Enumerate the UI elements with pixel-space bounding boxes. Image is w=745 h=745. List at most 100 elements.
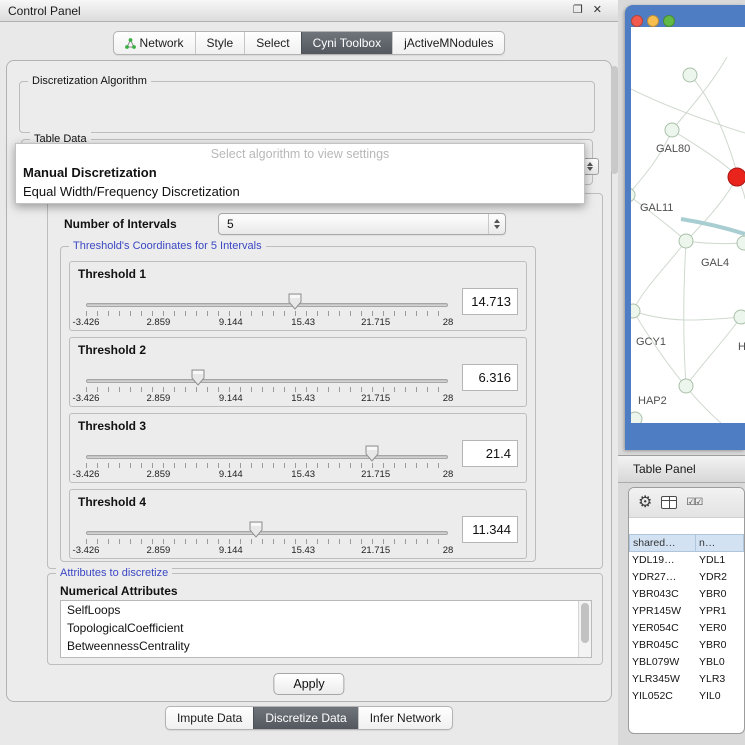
gear-icon[interactable]: ⚙	[638, 495, 652, 511]
tab-jactivemnodules[interactable]: jActiveMNodules	[392, 32, 504, 54]
table-row[interactable]: YPR145W YPR1	[629, 603, 744, 620]
network-node[interactable]	[737, 236, 745, 250]
network-node[interactable]	[631, 412, 642, 423]
number-of-intervals-combo[interactable]: 5	[218, 213, 506, 235]
threshold-slider[interactable]: -3.4262.8599.14415.4321.71528	[86, 366, 448, 406]
network-edge[interactable]	[633, 311, 741, 320]
table-row[interactable]: YBR043C YBR0	[629, 586, 744, 603]
table-cell: YBR045C	[629, 637, 696, 654]
threshold-value-field[interactable]: 21.4	[462, 440, 518, 467]
threshold-label: Threshold 3	[78, 419, 146, 433]
panel-scrollbar-thumb[interactable]	[611, 66, 618, 174]
table-row[interactable]: YDR27… YDR2	[629, 569, 744, 586]
threshold-slider[interactable]: -3.4262.8599.14415.4321.71528	[86, 290, 448, 330]
tab-network[interactable]: Network	[114, 32, 195, 54]
checkbox-grid-icon[interactable]: ☑☑	[686, 498, 702, 508]
scale-tick-label: 21.715	[361, 545, 390, 556]
scale-tick-label: 28	[443, 393, 454, 404]
scale-tick-label: 2.859	[147, 469, 171, 480]
table-cell: YPR1	[696, 603, 744, 620]
attribute-list-item[interactable]: SelfLoops	[61, 601, 591, 619]
apply-button[interactable]: Apply	[273, 673, 344, 695]
slider-thumb[interactable]	[249, 521, 263, 538]
network-canvas[interactable]: GAL80GAL11GAL4GCY1HAP2H	[631, 27, 745, 423]
network-edge[interactable]	[633, 241, 686, 311]
dropdown-option[interactable]: Manual Discretization	[16, 163, 584, 182]
network-edge[interactable]	[681, 219, 745, 234]
tab-impute-data[interactable]: Impute Data	[166, 707, 253, 729]
slider-ticks	[86, 311, 448, 316]
tab-cyni-toolbox[interactable]: Cyni Toolbox	[301, 32, 392, 54]
network-edge[interactable]	[672, 57, 727, 130]
network-node-label: GAL4	[701, 257, 729, 269]
network-edge[interactable]	[686, 241, 744, 244]
list-scrollbar[interactable]	[578, 601, 591, 657]
network-icon	[125, 38, 136, 49]
column-header-name[interactable]: n…	[696, 534, 744, 552]
table-row[interactable]: YER054C YER0	[629, 620, 744, 637]
number-of-intervals-value: 5	[227, 217, 234, 231]
threshold-slider[interactable]: -3.4262.8599.14415.4321.71528	[86, 518, 448, 558]
scale-tick-label: -3.426	[73, 545, 100, 556]
table-row[interactable]: YBL079W YBL0	[629, 654, 744, 671]
table-panel-body: ⚙ ☑☑ shared… n… YDL19… YDL1 YDR27… YDR2 …	[628, 487, 745, 734]
network-node[interactable]	[631, 304, 640, 318]
table-row[interactable]: YDL19… YDL1	[629, 552, 744, 569]
table-row[interactable]: YBR045C YBR0	[629, 637, 744, 654]
close-icon[interactable]: ✕	[593, 5, 602, 16]
slider-thumb[interactable]	[365, 445, 379, 462]
table-panel-gap	[629, 518, 744, 534]
scale-tick-label: 9.144	[219, 469, 243, 480]
threshold-value-field[interactable]: 6.316	[462, 364, 518, 391]
network-edge[interactable]	[686, 317, 741, 386]
attributes-group-label: Attributes to discretize	[56, 566, 172, 580]
bottom-tab-segmented-control: Impute DataDiscretize DataInfer Network	[165, 706, 453, 730]
zoom-button[interactable]	[663, 15, 675, 27]
slider-track	[86, 379, 448, 383]
slider-scale: -3.4262.8599.14415.4321.71528	[86, 469, 448, 481]
table-row[interactable]: YLR345W YLR3	[629, 671, 744, 688]
minimize-button[interactable]	[647, 15, 659, 27]
threshold-value-field[interactable]: 11.344	[462, 516, 518, 543]
network-node[interactable]	[734, 310, 745, 324]
table-cell: YBR043C	[629, 586, 696, 603]
numerical-attributes-list[interactable]: SelfLoopsTopologicalCoefficientBetweenne…	[60, 600, 592, 658]
screenshot-root: Control Panel ❐ ✕ NetworkStyleSelectCyni…	[0, 0, 745, 745]
table-panel-toolbar: ⚙ ☑☑	[629, 488, 744, 518]
table-cell: YIL0	[696, 688, 744, 705]
network-node[interactable]	[665, 123, 679, 137]
network-node[interactable]	[679, 234, 693, 248]
attribute-list-item[interactable]: TopologicalCoefficient	[61, 619, 591, 637]
tab-label: Network	[140, 36, 184, 50]
column-header-shared-name[interactable]: shared…	[629, 534, 696, 552]
network-node-label: GCY1	[636, 336, 666, 348]
list-scrollbar-thumb[interactable]	[581, 603, 589, 643]
tab-discretize-data[interactable]: Discretize Data	[253, 707, 357, 729]
network-node[interactable]	[728, 168, 745, 186]
slider-thumb[interactable]	[288, 293, 302, 310]
dropdown-option[interactable]: Equal Width/Frequency Discretization	[16, 182, 584, 201]
slider-thumb[interactable]	[191, 369, 205, 386]
float-window-icon[interactable]: ❐	[573, 5, 583, 16]
scale-tick-label: 9.144	[219, 545, 243, 556]
close-button[interactable]	[631, 15, 643, 27]
scale-tick-label: 15.43	[291, 393, 315, 404]
tab-style[interactable]: Style	[195, 32, 245, 54]
threshold-slider[interactable]: -3.4262.8599.14415.4321.71528	[86, 442, 448, 482]
scale-tick-label: 21.715	[361, 469, 390, 480]
network-node[interactable]	[679, 379, 693, 393]
network-edge[interactable]	[631, 130, 672, 195]
attribute-list-item[interactable]: BetweennessCentrality	[61, 637, 591, 655]
tab-infer-network[interactable]: Infer Network	[358, 707, 452, 729]
table-cell: YPR145W	[629, 603, 696, 620]
table-columns-icon[interactable]	[661, 496, 677, 509]
panel-scrollbar[interactable]	[611, 62, 618, 700]
table-row[interactable]: YIL052C YIL0	[629, 688, 744, 705]
threshold-label: Threshold 4	[78, 495, 146, 509]
scale-tick-label: 9.144	[219, 317, 243, 328]
tab-select[interactable]: Select	[244, 32, 300, 54]
network-edge[interactable]	[684, 241, 686, 386]
discretization-algorithm-group-label: Discretization Algorithm	[28, 74, 151, 88]
threshold-value-field[interactable]: 14.713	[462, 288, 518, 315]
network-node[interactable]	[683, 68, 697, 82]
